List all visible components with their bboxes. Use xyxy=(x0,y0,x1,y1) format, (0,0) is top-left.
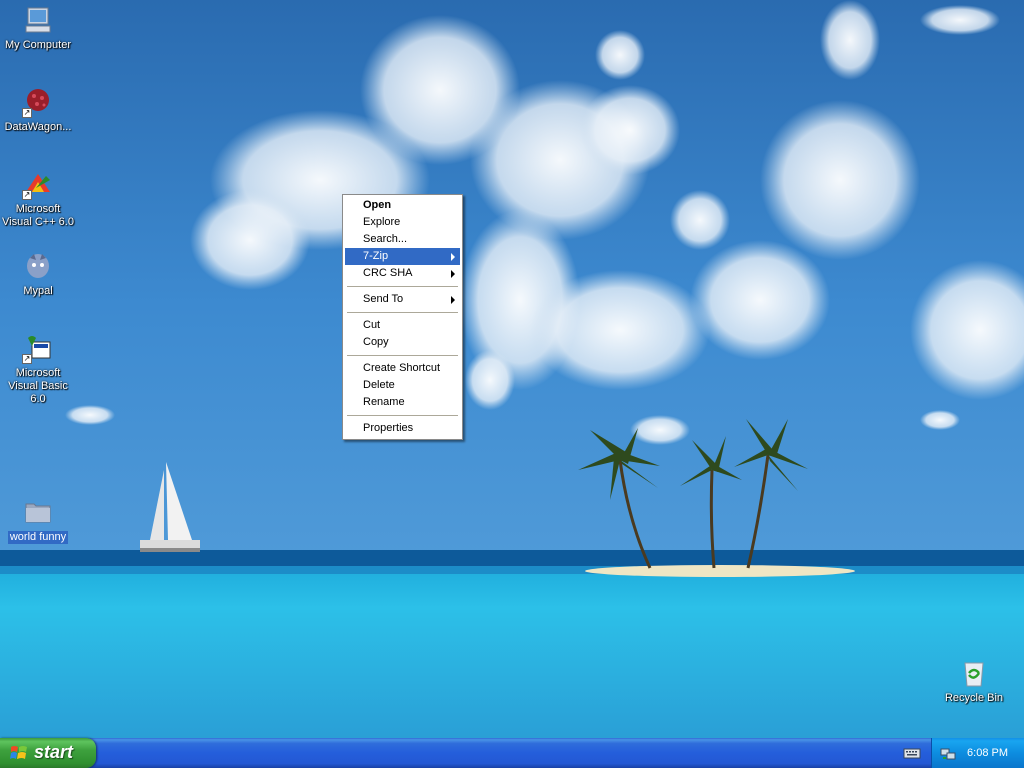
windows-logo-icon xyxy=(10,746,27,759)
desktop-icon-visual-cpp[interactable]: ↗ Microsoft Visual C++ 6.0 xyxy=(0,168,78,229)
desktop-icon-mypal[interactable]: Mypal xyxy=(0,250,78,298)
menu-item-label: CRC SHA xyxy=(363,267,413,279)
desktop-icon-world-funny[interactable]: world funny xyxy=(0,496,78,544)
menu-item-properties[interactable]: Properties xyxy=(345,420,460,437)
menu-item-search[interactable]: Search... xyxy=(345,231,460,248)
menu-item-explore[interactable]: Explore xyxy=(345,214,460,231)
menu-item-label: Send To xyxy=(363,293,404,305)
desktop-icon-datawagon[interactable]: ↗ DataWagon... xyxy=(0,86,78,134)
menu-separator xyxy=(347,286,458,287)
mypal-icon xyxy=(22,250,54,282)
desktop-icon-my-computer[interactable]: My Computer xyxy=(0,4,78,52)
start-button[interactable]: start xyxy=(0,738,96,768)
context-menu: Open Explore Search... 7-Zip CRC SHA Sen… xyxy=(342,194,463,440)
desktop-icon-label: world funny xyxy=(7,531,69,544)
menu-item-send-to[interactable]: Send To xyxy=(345,291,460,308)
desktop-icon-label: DataWagon... xyxy=(4,121,72,133)
desktop[interactable]: My Computer ↗ DataWagon... ↗ Microsoft V… xyxy=(0,0,1024,738)
menu-separator xyxy=(347,312,458,313)
shortcut-arrow-icon: ↗ xyxy=(22,190,32,200)
recycle-bin-icon xyxy=(958,657,990,689)
menu-item-delete[interactable]: Delete xyxy=(345,377,460,394)
menu-separator xyxy=(347,415,458,416)
menu-item-rename[interactable]: Rename xyxy=(345,394,460,411)
desktop-icon-label: Microsoft Visual Basic 6.0 xyxy=(8,367,68,405)
menu-item-7zip[interactable]: 7-Zip xyxy=(345,248,460,265)
desktop-icon-label: Microsoft Visual C++ 6.0 xyxy=(2,203,74,228)
taskbar[interactable]: start 6:08 PM xyxy=(0,738,1024,768)
wallpaper-image xyxy=(0,0,1024,738)
menu-item-label: 7-Zip xyxy=(363,250,389,262)
shortcut-arrow-icon: ↗ xyxy=(22,108,32,118)
system-tray: 6:08 PM xyxy=(931,738,1024,768)
visual-basic-icon: ↗ xyxy=(22,332,54,364)
desktop-icon-visual-basic[interactable]: ↗ Microsoft Visual Basic 6.0 xyxy=(0,332,78,406)
menu-item-cut[interactable]: Cut xyxy=(345,317,460,334)
menu-item-create-shortcut[interactable]: Create Shortcut xyxy=(345,360,460,377)
my-computer-icon xyxy=(22,4,54,36)
keyboard-icon[interactable] xyxy=(903,745,921,761)
submenu-arrow-icon xyxy=(451,270,455,278)
clock[interactable]: 6:08 PM xyxy=(967,747,1008,759)
datawagon-icon: ↗ xyxy=(22,86,54,118)
desktop-icon-label: Recycle Bin xyxy=(944,692,1004,704)
network-icon[interactable] xyxy=(940,745,956,761)
menu-item-open[interactable]: Open xyxy=(345,197,460,214)
desktop-icon-label: Mypal xyxy=(23,285,53,297)
start-label: start xyxy=(34,742,74,762)
shortcut-arrow-icon: ↗ xyxy=(22,354,32,364)
menu-item-copy[interactable]: Copy xyxy=(345,334,460,351)
menu-item-crc-sha[interactable]: CRC SHA xyxy=(345,265,460,282)
desktop-icon-recycle-bin[interactable]: Recycle Bin xyxy=(934,657,1014,705)
folder-icon xyxy=(22,496,54,528)
submenu-arrow-icon xyxy=(451,296,455,304)
menu-separator xyxy=(347,355,458,356)
desktop-icon-label: My Computer xyxy=(4,39,72,51)
visual-cpp-icon: ↗ xyxy=(22,168,54,200)
submenu-arrow-icon xyxy=(451,253,455,261)
